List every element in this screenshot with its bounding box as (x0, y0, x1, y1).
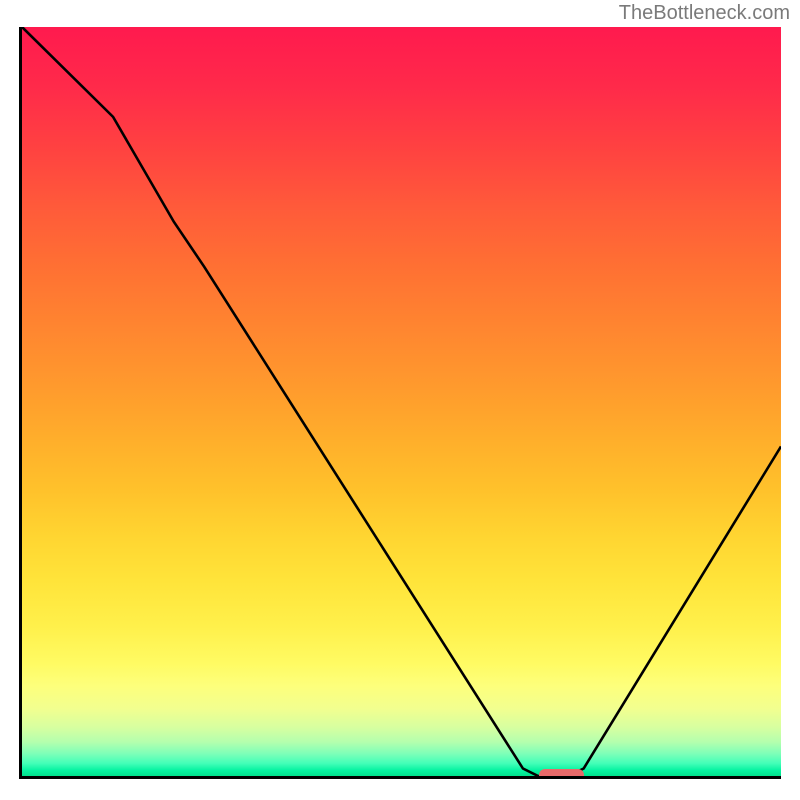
bottleneck-curve (22, 27, 781, 776)
optimal-marker (539, 769, 585, 779)
watermark-label: TheBottleneck.com (619, 2, 790, 25)
chart-plot-area (19, 27, 781, 779)
